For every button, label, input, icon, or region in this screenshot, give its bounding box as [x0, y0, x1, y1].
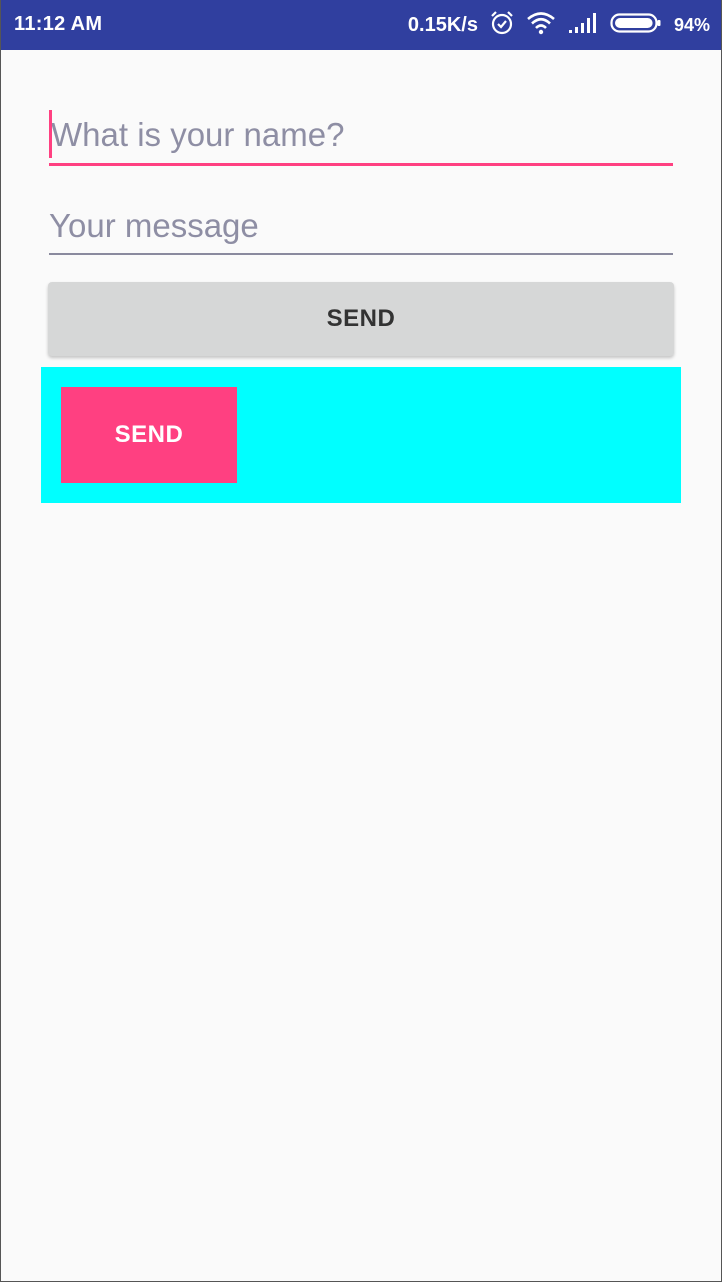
message-input[interactable] [49, 201, 673, 251]
send-button-accent[interactable]: SEND [61, 387, 237, 483]
custom-button-panel: SEND [41, 367, 681, 503]
name-input[interactable] [49, 110, 675, 160]
signal-icon [568, 12, 598, 39]
wifi-icon [526, 11, 556, 40]
window-frame [0, 0, 722, 1282]
status-bar: 11:12 AM 0.15K/s 94% [0, 0, 722, 50]
name-field[interactable] [49, 110, 675, 166]
battery-percent: 94% [673, 14, 710, 35]
status-time: 11:12 AM [14, 13, 103, 35]
alarm-icon [490, 10, 514, 41]
text-cursor [49, 110, 52, 158]
network-speed: 0.15K/s [407, 13, 478, 36]
battery-icon [610, 12, 662, 39]
message-field[interactable] [49, 201, 673, 255]
send-button[interactable]: SEND [48, 282, 674, 356]
status-icons: 0.15K/s 94% [408, 0, 710, 50]
